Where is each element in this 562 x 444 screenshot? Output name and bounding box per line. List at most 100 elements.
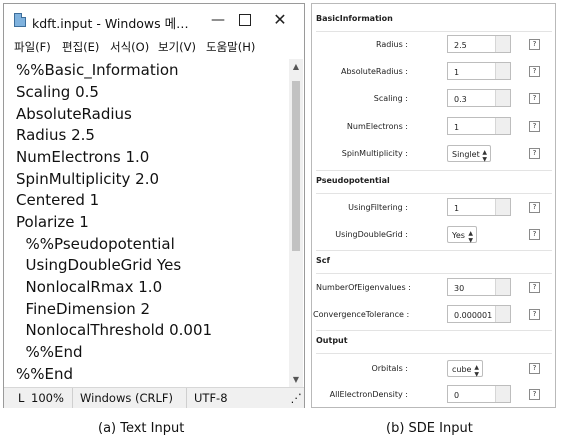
text-line: NonlocalRmax 1.0 xyxy=(16,278,163,296)
convergence-tolerance-input[interactable]: 0.000001 xyxy=(447,305,511,323)
text-line: NumElectrons 1.0 xyxy=(16,148,150,166)
row-scaling: Scaling : 0.3 ? xyxy=(316,86,552,112)
radius-label: Radius : xyxy=(375,40,408,49)
text-editor[interactable]: %%Basic_Information Scaling 0.5 Absolute… xyxy=(4,59,289,387)
status-encoding: UTF-8 xyxy=(194,391,228,405)
num-eigenvalues-input[interactable]: 30 xyxy=(447,278,511,296)
row-using-double-grid: UsingDoubleGrid : Yes ▲ ▼ ? xyxy=(316,222,552,248)
divider xyxy=(316,250,552,251)
help-icon[interactable]: ? xyxy=(529,229,540,240)
help-icon[interactable]: ? xyxy=(529,363,540,374)
field-addon xyxy=(495,63,510,79)
select-arrows-icon: ▲ ▼ xyxy=(482,149,487,163)
text-line: Scaling 0.5 xyxy=(16,83,99,101)
help-icon[interactable]: ? xyxy=(529,282,540,293)
status-zoom: 100% xyxy=(31,391,64,405)
all-electron-density-label: AllElectronDensity : xyxy=(329,390,408,399)
text-line: Radius 2.5 xyxy=(16,126,95,144)
menu-help[interactable]: 도움말(H) xyxy=(206,39,255,55)
window-title: kdft.input - Windows 메… xyxy=(32,16,189,31)
notepad-file-icon xyxy=(14,13,26,27)
text-line: %%End xyxy=(16,343,83,361)
sde-input-panel: BasicInformation Radius : 2.5 ? Absolute… xyxy=(311,3,556,408)
menu-view[interactable]: 보기(V) xyxy=(158,39,196,55)
help-icon[interactable]: ? xyxy=(529,66,540,77)
using-filtering-label: UsingFiltering : xyxy=(348,203,408,212)
using-filtering-input[interactable]: 1 xyxy=(447,198,511,216)
text-line: Centered 1 xyxy=(16,191,100,209)
convergence-tolerance-value: 0.000001 xyxy=(454,311,493,320)
menu-file[interactable]: 파일(F) xyxy=(14,39,51,55)
help-icon[interactable]: ? xyxy=(529,121,540,132)
orbitals-label: Orbitals : xyxy=(371,364,408,373)
status-divider xyxy=(72,388,73,408)
field-addon xyxy=(495,386,510,402)
text-line: SpinMultiplicity 2.0 xyxy=(16,170,160,188)
text-line: %%End xyxy=(16,365,74,383)
vertical-scrollbar[interactable]: ▲ ▼ xyxy=(289,59,303,387)
text-line: AbsoluteRadius xyxy=(16,105,132,123)
help-icon[interactable]: ? xyxy=(529,39,540,50)
divider xyxy=(316,353,552,354)
scrollbar-thumb[interactable] xyxy=(292,81,300,251)
scaling-value: 0.3 xyxy=(454,95,467,104)
divider xyxy=(316,273,552,274)
divider xyxy=(316,330,552,331)
orbitals-select[interactable]: cube ▲ ▼ xyxy=(447,360,483,378)
absolute-radius-label: AbsoluteRadius : xyxy=(340,67,408,76)
absolute-radius-value: 1 xyxy=(454,68,460,77)
scroll-up-icon[interactable]: ▲ xyxy=(291,62,301,71)
section-title-pseudopotential: Pseudopotential xyxy=(316,176,390,185)
spin-multiplicity-label: SpinMultiplicity : xyxy=(341,149,408,158)
using-double-grid-value: Yes xyxy=(452,231,465,240)
radius-value: 2.5 xyxy=(454,41,467,50)
menu-bar: 파일(F) 편집(E) 서식(O) 보기(V) 도움말(H) xyxy=(4,36,304,58)
num-eigenvalues-label: NumberOfEigenvalues : xyxy=(316,283,411,292)
num-electrons-label: NumElectrons : xyxy=(346,122,408,131)
num-eigenvalues-value: 30 xyxy=(454,284,465,293)
section-title-output: Output xyxy=(316,336,348,345)
row-orbitals: Orbitals : cube ▲ ▼ ? xyxy=(316,356,552,382)
row-num-electrons: NumElectrons : 1 ? xyxy=(316,114,552,140)
select-arrows-icon: ▲ ▼ xyxy=(468,230,473,244)
help-icon[interactable]: ? xyxy=(529,309,540,320)
radius-input[interactable]: 2.5 xyxy=(447,35,511,53)
spin-multiplicity-value: Singlet xyxy=(452,150,480,159)
status-divider xyxy=(186,388,187,408)
divider xyxy=(316,193,552,194)
using-double-grid-select[interactable]: Yes ▲ ▼ xyxy=(447,226,477,244)
using-double-grid-label: UsingDoubleGrid : xyxy=(335,230,408,239)
help-icon[interactable]: ? xyxy=(529,93,540,104)
help-icon[interactable]: ? xyxy=(529,202,540,213)
num-electrons-input[interactable]: 1 xyxy=(447,117,511,135)
scroll-down-icon[interactable]: ▼ xyxy=(291,375,301,384)
menu-edit[interactable]: 편집(E) xyxy=(62,39,99,55)
absolute-radius-input[interactable]: 1 xyxy=(447,62,511,80)
title-bar[interactable]: kdft.input - Windows 메… — ✕ xyxy=(4,4,304,36)
field-addon xyxy=(495,199,510,215)
status-eol: Windows (CRLF) xyxy=(80,391,174,405)
menu-format[interactable]: 서식(O) xyxy=(110,39,149,55)
field-addon xyxy=(495,118,510,134)
spin-multiplicity-select[interactable]: Singlet ▲ ▼ xyxy=(447,145,491,163)
scaling-label: Scaling : xyxy=(373,94,408,103)
text-line: NonlocalThreshold 0.001 xyxy=(16,321,213,339)
help-icon[interactable]: ? xyxy=(529,148,540,159)
field-addon xyxy=(495,36,510,52)
select-arrows-icon: ▲ ▼ xyxy=(474,364,479,378)
caption-sde-input: (b) SDE Input xyxy=(386,421,473,436)
scaling-input[interactable]: 0.3 xyxy=(447,89,511,107)
convergence-tolerance-label: ConvergenceTolerance : xyxy=(313,310,410,319)
row-using-filtering: UsingFiltering : 1 ? xyxy=(316,195,552,221)
orbitals-value: cube xyxy=(452,365,472,374)
row-num-eigenvalues: NumberOfEigenvalues : 30 ? xyxy=(316,275,552,301)
maximize-button[interactable] xyxy=(226,10,262,30)
num-electrons-value: 1 xyxy=(454,123,460,132)
maximize-icon xyxy=(239,14,251,26)
help-icon[interactable]: ? xyxy=(529,389,540,400)
all-electron-density-input[interactable]: 0 xyxy=(447,385,511,403)
text-line: Polarize 1 xyxy=(16,213,89,231)
resize-grip-icon[interactable]: ⋰ xyxy=(291,391,303,406)
status-position: L xyxy=(18,391,25,405)
close-button[interactable]: ✕ xyxy=(262,10,298,30)
